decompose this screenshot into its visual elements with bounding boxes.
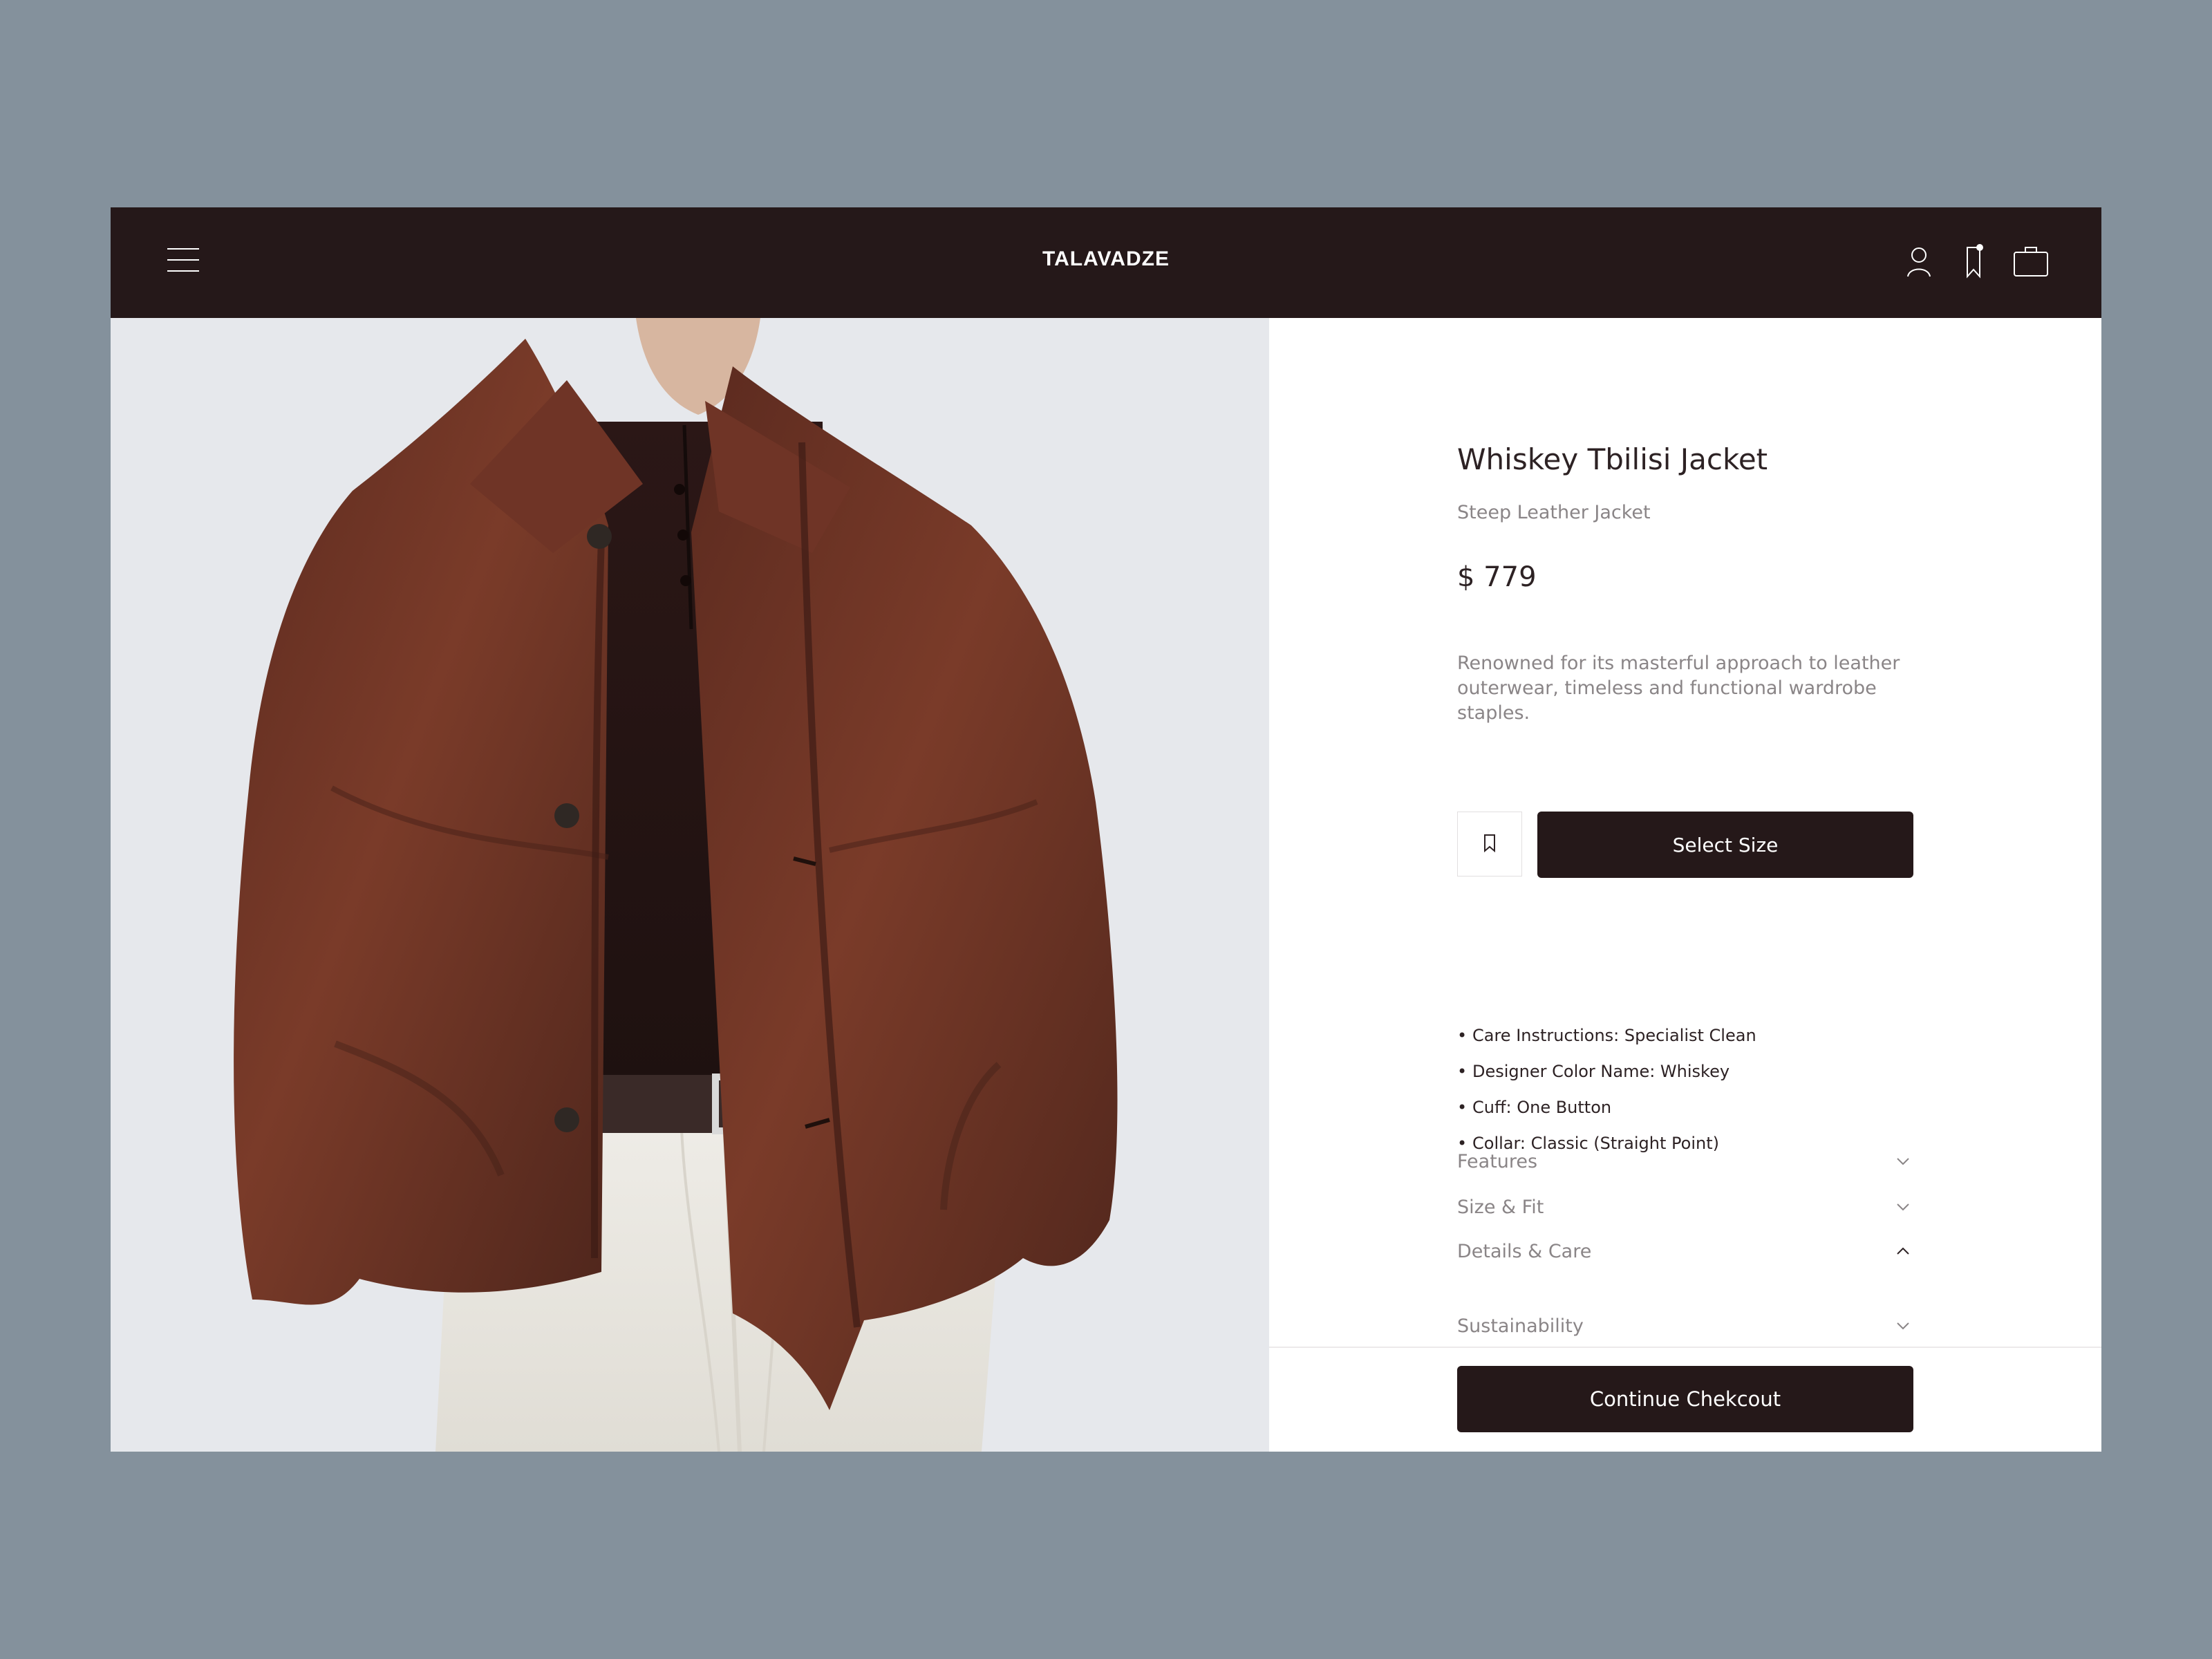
details-care-item: • Collar: Classic (Straight Point) (1457, 1125, 1913, 1161)
product-image (111, 318, 1269, 1452)
bullet-icon: • (1457, 1134, 1468, 1153)
details-care-item: • Designer Color Name: Whiskey (1457, 1053, 1913, 1089)
bookmark-icon[interactable] (1953, 241, 1995, 282)
bullet-icon: • (1457, 1062, 1468, 1081)
product-description: Renowned for its masterful approach to l… (1457, 653, 1900, 724)
wishlist-button[interactable] (1457, 812, 1522, 877)
details-care-item: • Care Instructions: Specialist Clean (1457, 1018, 1913, 1053)
accordion-sustainability[interactable]: Sustainability (1457, 1311, 1913, 1341)
bookmark-outline-icon (1478, 832, 1501, 857)
chevron-down-icon (1893, 1315, 1913, 1336)
details-care-item-text: Designer Color Name: Whiskey (1472, 1062, 1730, 1081)
brand-logo[interactable]: TALAVADZE (111, 247, 2101, 271)
details-care-item-text: Care Instructions: Specialist Clean (1472, 1026, 1756, 1045)
product-price: $ 779 (1457, 561, 1537, 593)
bullet-icon: • (1457, 1026, 1468, 1045)
accordion-details-care[interactable]: Details & Care (1457, 1236, 1913, 1266)
product-details-panel: Whiskey Tbilisi Jacket Steep Leather Jac… (1269, 318, 2101, 1452)
product-page-window: TALAVADZE Whiskey Tbilisi Jacket Steep L… (111, 207, 2101, 1452)
accordion-size-fit-label: Size & Fit (1457, 1196, 1544, 1218)
select-size-button[interactable]: Select Size (1537, 812, 1913, 878)
details-care-item: • Cuff: One Button (1457, 1089, 1913, 1125)
details-care-list: • Care Instructions: Specialist Clean • … (1457, 1018, 1913, 1161)
top-navigation-bar: TALAVADZE (111, 207, 2101, 318)
bag-icon[interactable] (2010, 241, 2052, 282)
bullet-icon: • (1457, 1098, 1468, 1117)
details-care-item-text: Cuff: One Button (1472, 1098, 1612, 1117)
chevron-up-icon (1893, 1241, 1913, 1262)
product-subtitle: Steep Leather Jacket (1457, 502, 1651, 523)
accordion-sustainability-label: Sustainability (1457, 1315, 1584, 1337)
continue-checkout-button[interactable]: Continue Chekcout (1457, 1366, 1913, 1432)
chevron-down-icon (1893, 1197, 1913, 1217)
accordion-size-fit[interactable]: Size & Fit (1457, 1192, 1913, 1222)
product-title: Whiskey Tbilisi Jacket (1457, 442, 1768, 476)
account-icon[interactable] (1898, 241, 1940, 282)
checkout-divider (1269, 1347, 2101, 1348)
accordion-details-care-label: Details & Care (1457, 1240, 1592, 1262)
details-care-item-text: Collar: Classic (Straight Point) (1472, 1134, 1719, 1153)
